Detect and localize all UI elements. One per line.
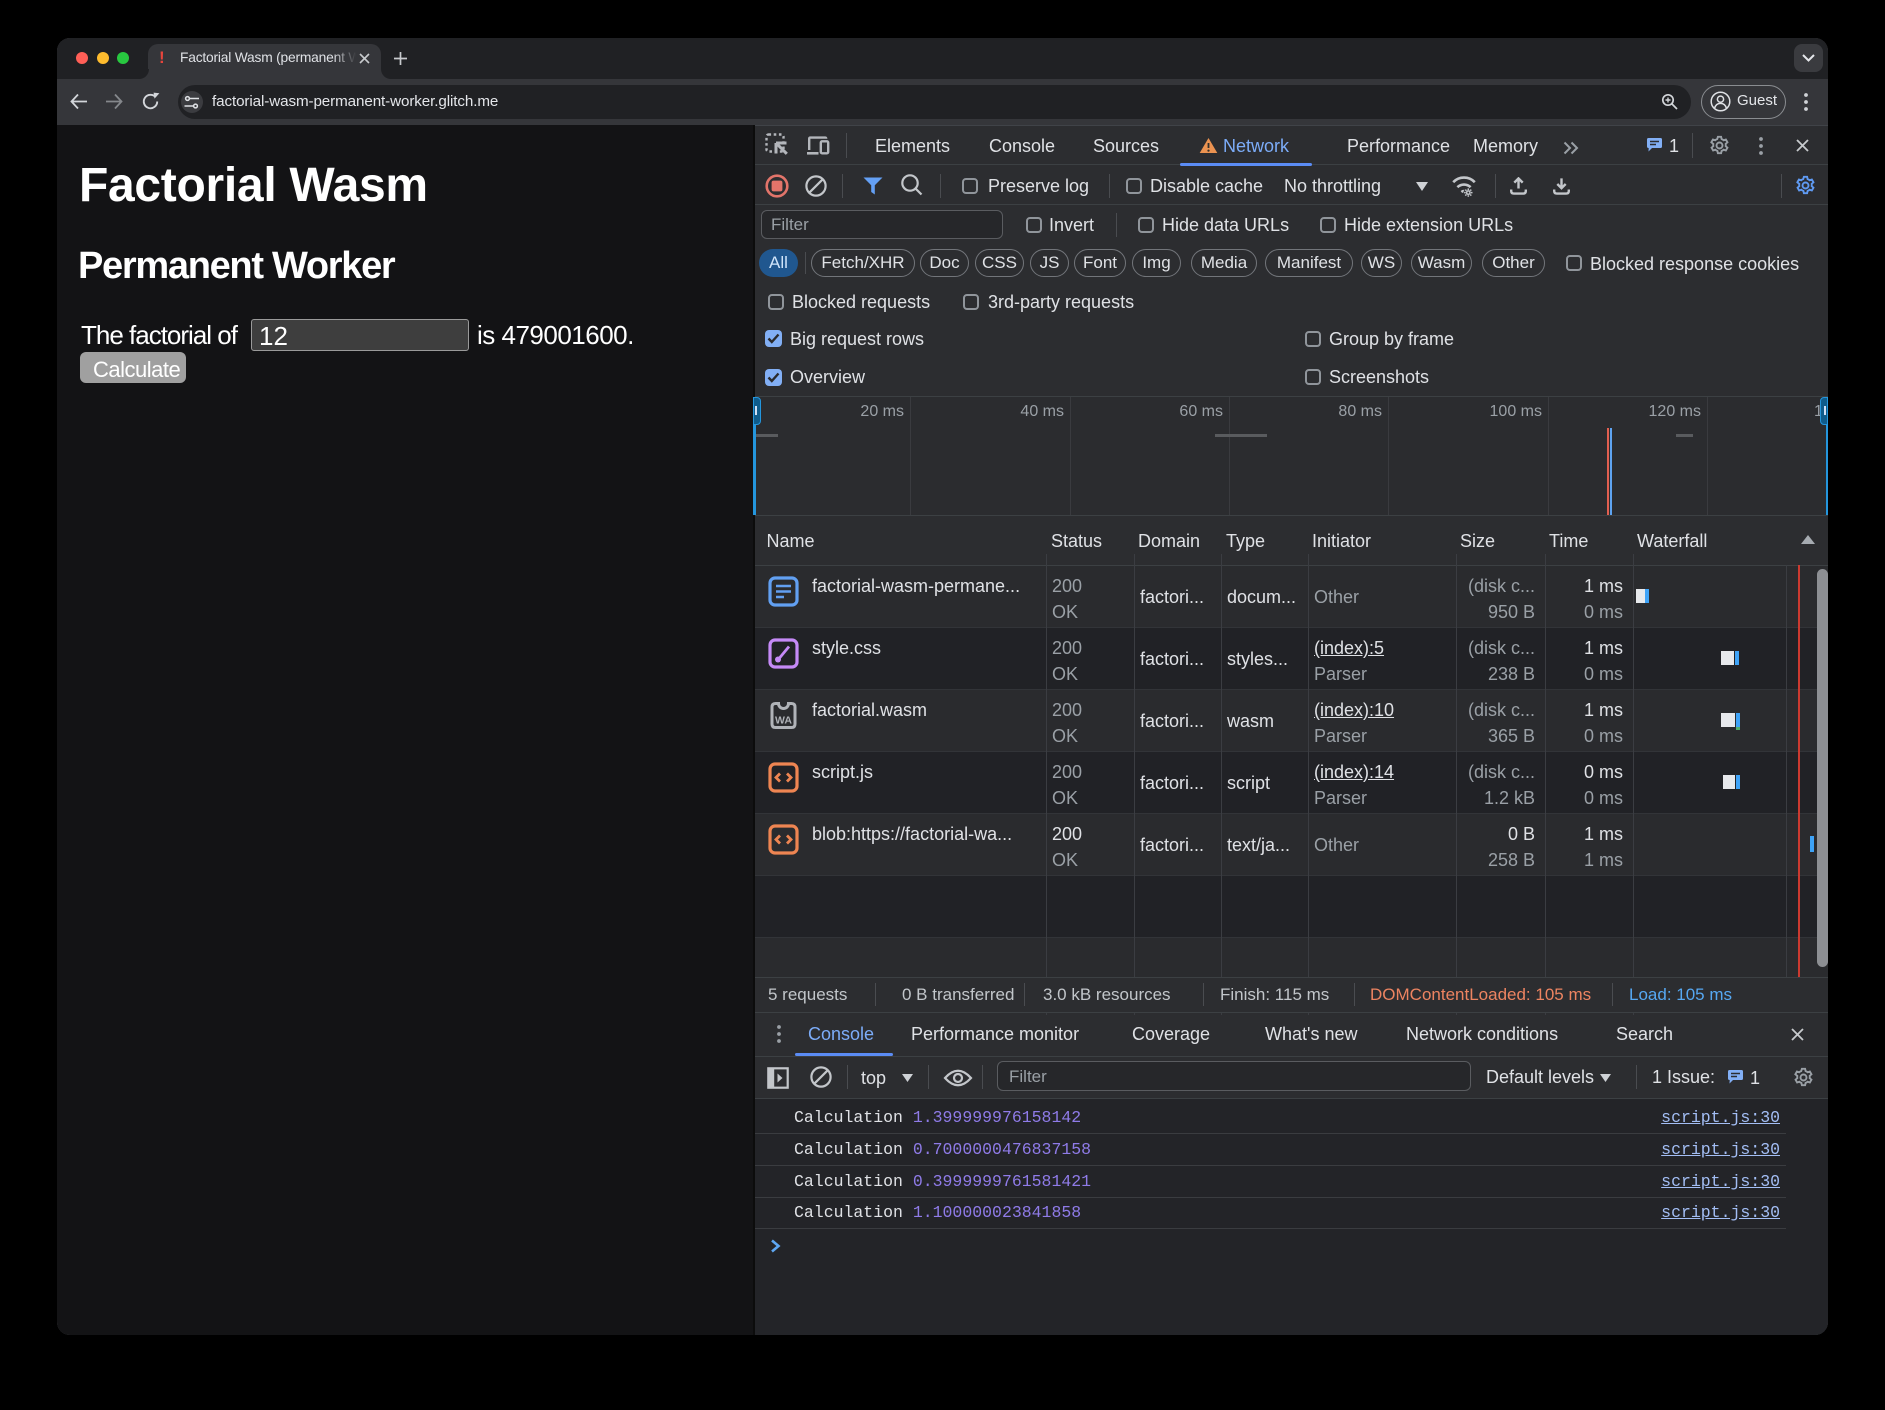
svg-text:WA: WA bbox=[775, 715, 792, 727]
